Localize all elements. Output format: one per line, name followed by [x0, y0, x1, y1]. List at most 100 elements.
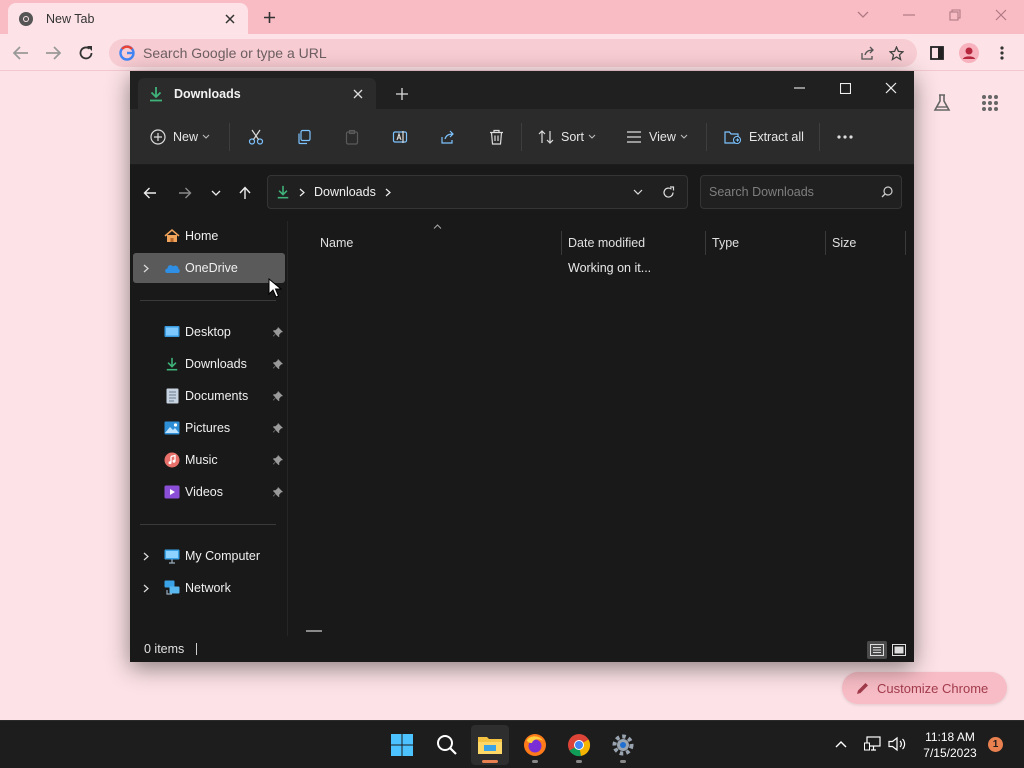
- explorer-minimize-icon[interactable]: [782, 75, 816, 101]
- breadcrumb-chevron-icon[interactable]: [296, 186, 308, 198]
- sidebar-item-music[interactable]: Music: [133, 445, 285, 475]
- sidebar-item-my-computer[interactable]: My Computer: [133, 541, 285, 571]
- file-list-pane: Name Date modified Type Size Working on …: [288, 221, 914, 636]
- view-lines-icon: [627, 131, 641, 143]
- explorer-forward-icon[interactable]: [173, 181, 197, 205]
- cut-icon[interactable]: [244, 125, 268, 149]
- home-icon: [163, 227, 181, 245]
- sidebar-item-videos[interactable]: Videos: [133, 477, 285, 507]
- address-history-chevron-icon[interactable]: [627, 181, 649, 203]
- column-header-type[interactable]: Type: [712, 231, 824, 255]
- settings-gear-icon[interactable]: [604, 725, 642, 765]
- forward-arrow-icon[interactable]: [40, 40, 66, 66]
- show-hidden-icons-chevron-icon[interactable]: [830, 733, 852, 755]
- sort-menu-button[interactable]: Sort: [538, 123, 596, 151]
- minimize-icon[interactable]: [896, 4, 922, 26]
- recent-locations-chevron-icon[interactable]: [204, 181, 228, 205]
- chevron-down-icon: [680, 134, 688, 139]
- sidebar-item-onedrive[interactable]: OneDrive: [133, 253, 285, 283]
- restore-icon[interactable]: [942, 4, 968, 26]
- explorer-tab-downloads[interactable]: Downloads: [138, 78, 376, 109]
- close-explorer-tab-icon[interactable]: [350, 86, 366, 102]
- column-header-name[interactable]: Name: [320, 231, 560, 255]
- pin-icon[interactable]: [272, 486, 284, 498]
- copy-icon[interactable]: [292, 125, 316, 149]
- pin-icon[interactable]: [272, 326, 284, 338]
- sidebar-item-desktop[interactable]: Desktop: [133, 317, 285, 347]
- reload-icon[interactable]: [73, 40, 99, 66]
- close-tab-icon[interactable]: [222, 11, 238, 27]
- chrome-menu-kebab-icon[interactable]: [989, 40, 1015, 66]
- new-tab-plus-icon[interactable]: [258, 6, 280, 28]
- expand-chevron-icon[interactable]: [139, 549, 153, 563]
- search-input[interactable]: [709, 185, 881, 199]
- sidebar-item-network[interactable]: Network: [133, 573, 285, 603]
- refresh-icon[interactable]: [657, 181, 679, 203]
- firefox-icon[interactable]: [516, 725, 554, 765]
- pin-icon[interactable]: [272, 390, 284, 402]
- videos-folder-icon: [163, 483, 181, 501]
- network-status-icon[interactable]: [862, 733, 884, 755]
- view-menu-button[interactable]: View: [626, 123, 688, 151]
- column-divider[interactable]: [561, 231, 562, 255]
- chrome-taskbar-icon[interactable]: [560, 725, 598, 765]
- rename-icon[interactable]: [388, 125, 412, 149]
- share-icon[interactable]: [436, 125, 460, 149]
- large-icons-view-icon[interactable]: [889, 641, 909, 659]
- sidebar-item-pictures[interactable]: Pictures: [133, 413, 285, 443]
- file-explorer-taskbar-icon[interactable]: [471, 725, 509, 765]
- column-divider[interactable]: [825, 231, 826, 255]
- expand-chevron-icon[interactable]: [139, 581, 153, 595]
- share-icon[interactable]: [857, 42, 879, 64]
- start-windows-icon[interactable]: [383, 725, 421, 765]
- sidebar-item-documents[interactable]: Documents: [133, 381, 285, 411]
- profile-avatar-icon[interactable]: [956, 40, 982, 66]
- new-menu-button[interactable]: New: [150, 123, 210, 151]
- explorer-close-icon[interactable]: [874, 75, 908, 101]
- active-indicator: [482, 760, 498, 763]
- paste-icon[interactable]: [340, 125, 364, 149]
- pin-icon[interactable]: [272, 422, 284, 434]
- omnibox[interactable]: Search Google or type a URL: [109, 39, 917, 67]
- pin-icon[interactable]: [272, 454, 284, 466]
- system-clock[interactable]: 11:18 AM 7/15/2023: [912, 729, 988, 761]
- explorer-new-tab-icon[interactable]: [392, 84, 412, 104]
- column-header-size[interactable]: Size: [832, 231, 902, 255]
- up-arrow-icon[interactable]: [233, 181, 257, 205]
- tab-search-chevron-icon[interactable]: [850, 4, 876, 26]
- extract-all-button[interactable]: Extract all: [724, 123, 808, 151]
- column-header-label: Date modified: [568, 236, 646, 250]
- more-options-icon[interactable]: [833, 125, 857, 149]
- pin-icon[interactable]: [272, 358, 284, 370]
- chrome-tab-new-tab[interactable]: New Tab: [8, 3, 248, 34]
- back-arrow-icon[interactable]: [8, 40, 34, 66]
- taskbar-search-icon[interactable]: [428, 725, 466, 765]
- customize-chrome-button[interactable]: Customize Chrome: [842, 672, 1007, 704]
- expand-chevron-icon[interactable]: [139, 261, 153, 275]
- search-box[interactable]: [700, 175, 902, 209]
- notification-badge[interactable]: 1: [988, 737, 1003, 752]
- sidebar-item-home[interactable]: Home: [133, 221, 285, 251]
- toolbar-separator: [229, 123, 230, 151]
- column-header-date-modified[interactable]: Date modified: [568, 231, 704, 255]
- labs-flask-icon[interactable]: [929, 90, 955, 116]
- close-window-icon[interactable]: [988, 4, 1014, 26]
- column-header-label: Size: [832, 236, 857, 250]
- explorer-back-icon[interactable]: [138, 181, 162, 205]
- details-view-icon[interactable]: [867, 641, 887, 659]
- side-panel-icon[interactable]: [924, 40, 950, 66]
- volume-speaker-icon[interactable]: [886, 733, 908, 755]
- breadcrumb-downloads[interactable]: Downloads: [314, 185, 376, 199]
- apps-grid-icon[interactable]: [977, 90, 1003, 116]
- horizontal-scrollbar[interactable]: [306, 630, 322, 632]
- bookmark-star-icon[interactable]: [885, 42, 907, 64]
- extract-folder-icon: [724, 131, 742, 145]
- delete-trash-icon[interactable]: [484, 125, 508, 149]
- column-divider[interactable]: [905, 231, 906, 255]
- explorer-maximize-icon[interactable]: [828, 75, 862, 101]
- sidebar-item-downloads[interactable]: Downloads: [133, 349, 285, 379]
- address-bar[interactable]: Downloads: [267, 175, 688, 209]
- running-indicator: [576, 760, 582, 763]
- breadcrumb-chevron-icon[interactable]: [382, 186, 394, 198]
- column-divider[interactable]: [705, 231, 706, 255]
